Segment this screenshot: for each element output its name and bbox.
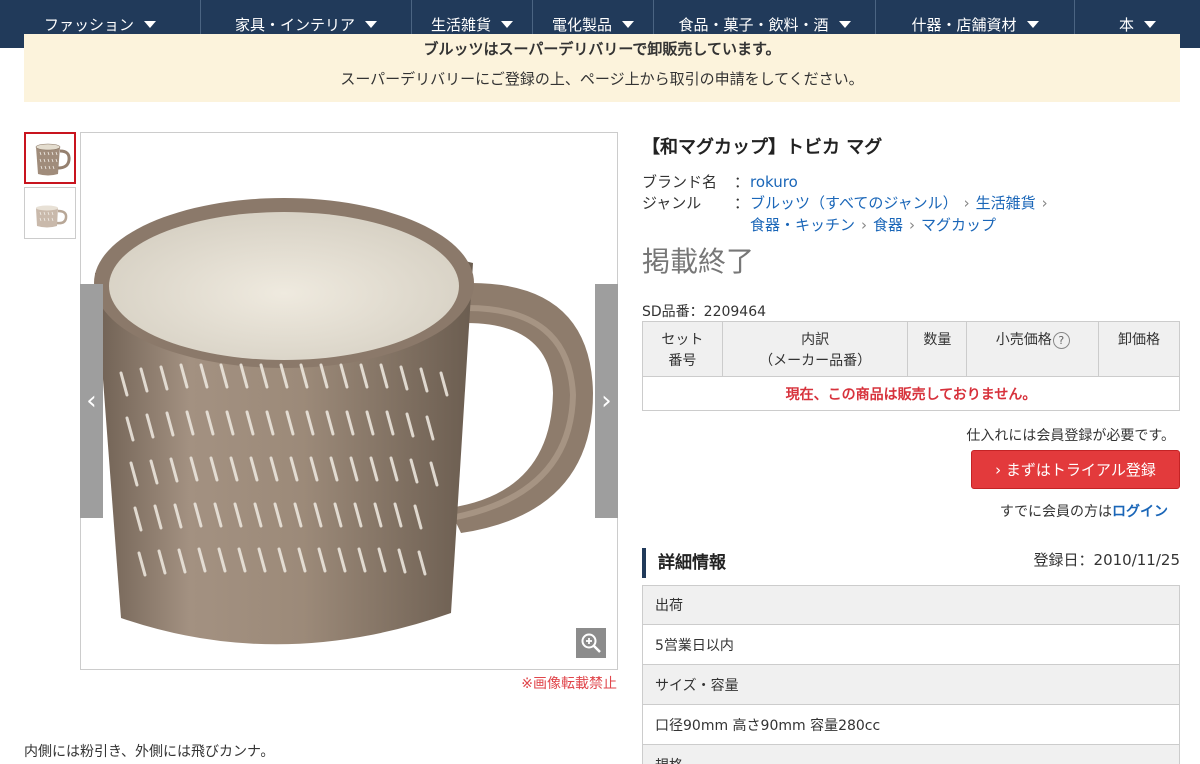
details-table: 出荷 5営業日以内 サイズ・容量 口径90mm 高さ90mm 容量280cc 規… [642, 585, 1180, 764]
thumbnail-1[interactable] [24, 132, 76, 184]
zoom-in-icon [581, 633, 601, 653]
thumbnail-2[interactable] [24, 187, 76, 239]
spec-value-shipping: 5営業日以内 [642, 625, 1180, 665]
caret-down-icon [622, 20, 634, 28]
sets-table: セット 番号 内訳 （メーカー品番） 数量 小売価格? 卸価格 現在、この商品は… [642, 321, 1180, 411]
nav-item-label: 電化製品 [551, 15, 612, 34]
chevron-right-icon: › [909, 216, 916, 234]
prev-image-button[interactable]: ‹ [80, 284, 103, 518]
table-header-row: セット 番号 内訳 （メーカー品番） 数量 小売価格? 卸価格 [642, 321, 1180, 377]
brand-label: ブランド名 [642, 173, 718, 191]
col-retail-price: 小売価格? [966, 321, 1100, 377]
caret-down-icon [144, 20, 156, 28]
colon: ： [734, 194, 750, 212]
table-row: 現在、この商品は販売しておりません。 [642, 376, 1180, 411]
brand-link[interactable]: rokuro [750, 173, 798, 191]
nav-item-label: 生活雑貨 [430, 15, 491, 34]
membership-required-text: 仕入れには会員登録が必要です。 [966, 428, 1175, 444]
product-description: 内側には粉引き、外側には飛びカンナ。 [24, 744, 275, 760]
chevron-right-icon: › [963, 194, 970, 212]
sd-item-number: SD品番：2209464 [642, 304, 767, 320]
genre-label: ジャンル [642, 194, 702, 212]
nav-item-label: ファッション [43, 15, 134, 34]
notice-headline: ブルッツはスーパーデリバリーで卸販売しています。 [423, 40, 781, 58]
caret-down-icon [365, 20, 377, 28]
colon: ： [734, 173, 750, 191]
login-link[interactable]: ログイン [1112, 504, 1168, 520]
col-wholesale-price: 卸価格 [1098, 321, 1180, 377]
retail-price-label: 小売価格 [995, 332, 1052, 348]
listing-ended-status: 掲載終了 [642, 245, 755, 278]
product-title: 【和マグカップ】トビカ マグ [642, 137, 883, 158]
col-set-number: セット 番号 [642, 321, 723, 377]
caret-down-icon [838, 20, 851, 28]
col-breakdown: 内訳 （メーカー品番） [721, 321, 909, 377]
mug-product-photo [81, 133, 617, 669]
spec-label-standard: 規格 [642, 745, 1180, 764]
mug-thumbnail-image [25, 188, 75, 238]
wholesale-notice: ブルッツはスーパーデリバリーで卸販売しています。 スーパーデリバリーにご登録の上… [24, 34, 1180, 102]
trial-register-button[interactable]: › まずはトライアル登録 [971, 450, 1180, 489]
spec-value-size: 口径90mm 高さ90mm 容量280cc [642, 705, 1180, 745]
caret-down-icon [1144, 20, 1156, 28]
genre-row-cont: 食器・キッチン › 食器 › マグカップ [750, 214, 996, 235]
details-heading: 詳細情報 [642, 548, 726, 578]
chevron-right-icon: › [1041, 194, 1048, 212]
spec-label-shipping: 出荷 [642, 585, 1180, 625]
nav-item-label: 家具・インテリア [234, 15, 355, 34]
brand-row: ブランド名 ：rokuro [642, 171, 798, 192]
help-icon[interactable]: ? [1052, 331, 1070, 349]
next-image-button[interactable]: › [595, 284, 618, 518]
col-quantity: 数量 [907, 321, 968, 377]
caret-down-icon [501, 20, 513, 28]
caret-down-icon [1026, 20, 1039, 28]
registered-date: 登録日：2010/11/25 [1033, 551, 1180, 569]
chevron-right-icon: › [601, 386, 612, 416]
already-member-label: すでに会員の方は [999, 504, 1112, 520]
nav-item-label: 食品・菓子・飲料・酒 [678, 15, 829, 34]
genre-link-mug[interactable]: マグカップ [921, 216, 996, 234]
chevron-left-icon: ‹ [86, 386, 97, 416]
already-member-text: すでに会員の方はログイン [1000, 501, 1168, 521]
genre-link-all[interactable]: ブルッツ（すべてのジャンル） [750, 194, 958, 212]
not-for-sale-message: 現在、この商品は販売しておりません。 [642, 376, 1180, 411]
chevron-right-icon: › [861, 216, 868, 234]
genre-row: ジャンル ：ブルッツ（すべてのジャンル） › 生活雑貨 › [642, 192, 1054, 213]
product-main-image[interactable] [80, 132, 618, 670]
nav-item-label: 什器・店舗資材 [911, 15, 1017, 34]
mug-thumbnail-image [26, 134, 74, 182]
notice-text: スーパーデリバリーにご登録の上、ページ上から取引の申請をしてください。 [340, 70, 864, 88]
genre-link-household[interactable]: 生活雑貨 [976, 194, 1036, 212]
zoom-button[interactable] [576, 628, 606, 658]
spec-label-size: サイズ・容量 [642, 665, 1180, 705]
image-copy-warning: ※画像転載禁止 [521, 676, 617, 692]
genre-link-tableware[interactable]: 食器 [873, 216, 903, 234]
genre-link-kitchen[interactable]: 食器・キッチン [750, 216, 855, 234]
nav-item-label: 本 [1118, 15, 1134, 34]
